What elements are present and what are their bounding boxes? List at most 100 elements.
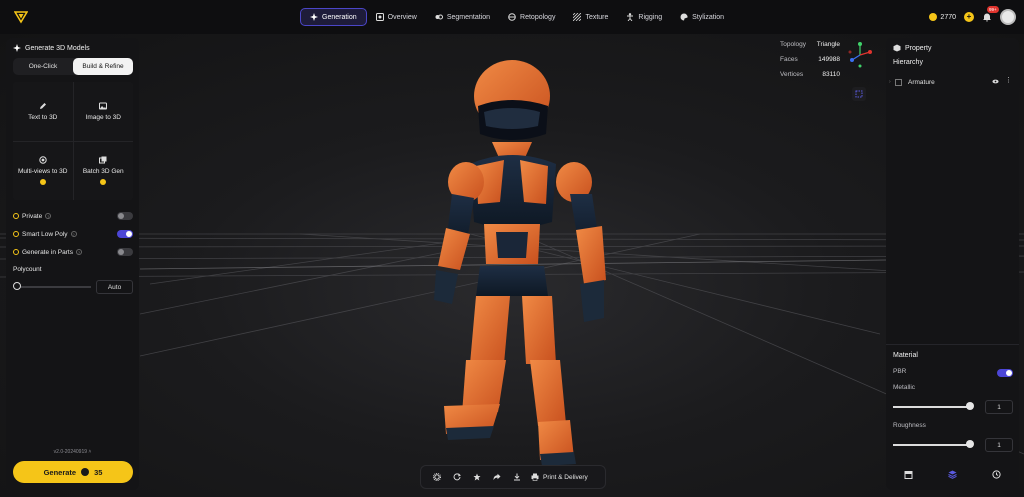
3d-viewport[interactable] [0, 34, 1024, 497]
eye-icon[interactable] [992, 78, 999, 85]
build-refine-tab[interactable]: Build & Refine [73, 58, 133, 75]
stat-value: 83110 [822, 71, 840, 78]
layers-button[interactable] [947, 469, 957, 479]
account-area: 2770 + 99+ [929, 6, 1016, 27]
slider-handle[interactable] [966, 440, 974, 448]
help-icon[interactable]: ? [70, 231, 77, 237]
option-label: Private [22, 212, 43, 220]
overview-icon [375, 13, 384, 21]
tab-stylization[interactable]: Stylization [671, 8, 733, 26]
tab-overview[interactable]: Overview [367, 8, 426, 26]
roughness-value-field[interactable]: 1 [985, 438, 1013, 452]
rotate-icon [453, 473, 461, 481]
roughness-slider[interactable]: 1 [893, 438, 1013, 452]
armature-row[interactable]: › Armature ⋮ [889, 76, 1016, 88]
mode-segmented-control: One-Click Build & Refine [13, 58, 133, 75]
main-nav: Generation Overview Segmentation Retopol… [300, 8, 733, 26]
stat-key: Faces [780, 56, 798, 63]
add-credits-button[interactable]: + [964, 12, 974, 22]
stat-row: Topology Triangle [780, 37, 840, 52]
generate-in-parts-option: Generate in Parts ? [13, 246, 133, 258]
version-label[interactable]: v2.0-20240919 ˄ [6, 449, 139, 455]
tab-label: Rigging [638, 13, 663, 21]
share-icon [493, 473, 501, 480]
generate-label: Generate [43, 467, 77, 477]
mode-label: Multi-views to 3D [18, 168, 68, 176]
print-delivery-button[interactable]: Print & Delivery [531, 473, 588, 481]
text-to-3d-button[interactable]: Text to 3D [13, 82, 73, 141]
download-button[interactable] [507, 467, 527, 487]
archive-button[interactable] [903, 469, 913, 479]
notification-badge: 99+ [987, 6, 999, 13]
batch-3d-gen-button[interactable]: Batch 3D Gen [73, 141, 133, 200]
help-icon[interactable]: ? [75, 249, 82, 255]
slider-handle[interactable] [966, 402, 974, 410]
help-icon[interactable]: ? [45, 213, 52, 219]
rotate-button[interactable] [447, 467, 467, 487]
pbr-toggle[interactable] [997, 369, 1013, 377]
avatar[interactable] [1000, 9, 1016, 25]
tab-segmentation[interactable]: Segmentation [426, 8, 499, 26]
history-button[interactable] [992, 469, 1002, 479]
armature-label: Armature [908, 78, 935, 86]
axis-gizmo-icon[interactable] [846, 40, 874, 70]
tab-generation[interactable]: Generation [300, 8, 367, 26]
stat-key: Vertices [780, 71, 804, 78]
slider-track [17, 286, 91, 288]
metallic-value-field[interactable]: 1 [985, 400, 1013, 414]
sparkle-icon [310, 13, 318, 21]
tab-label: Retopology [520, 13, 556, 21]
private-option: Private ? [13, 210, 133, 222]
pro-feature-icon [13, 249, 19, 255]
favorite-button[interactable] [467, 467, 487, 487]
mesh-stats: Topology Triangle Faces 149988 Vertices … [780, 37, 840, 82]
pro-badge-icon [39, 179, 46, 186]
property-panel: Property Hierarchy › Armature ⋮ Material… [886, 38, 1019, 490]
more-options-icon[interactable]: ⋮ [1005, 77, 1012, 85]
smart-low-poly-option: Smart Low Poly ? [13, 228, 133, 240]
version-text: v2.0-20240919 [53, 449, 88, 455]
tab-label: Segmentation [446, 13, 491, 21]
image-to-3d-button[interactable]: Image to 3D [73, 82, 133, 141]
tab-retopology[interactable]: Retopology [499, 8, 564, 26]
pen-icon [39, 102, 46, 109]
pro-badge-icon [100, 179, 107, 186]
mode-label: Batch 3D Gen [82, 168, 124, 176]
polycount-value-field[interactable]: Auto [96, 280, 133, 294]
multiview-icon [39, 156, 47, 164]
polycount-label: Polycount [13, 266, 42, 273]
generate-in-parts-toggle[interactable] [117, 248, 133, 256]
smart-low-poly-toggle[interactable] [117, 230, 133, 238]
metallic-slider[interactable]: 1 [893, 400, 1013, 414]
credits-count: 2770 [940, 13, 956, 21]
armature-icon [895, 78, 902, 86]
tab-texture[interactable]: Texture [564, 8, 617, 26]
lighting-button[interactable] [427, 467, 447, 487]
share-button[interactable] [487, 467, 507, 487]
stat-value: Triangle [816, 41, 840, 48]
stat-key: Topology [780, 41, 807, 48]
top-bar: Generation Overview Segmentation Retopol… [0, 0, 1024, 34]
view-mode-button[interactable] [852, 87, 866, 101]
slider-handle[interactable] [13, 282, 21, 290]
multi-views-to-3d-button[interactable]: Multi-views to 3D [13, 141, 73, 200]
tab-rigging[interactable]: Rigging [617, 8, 671, 26]
pbr-label: PBR [893, 368, 907, 375]
generate-button[interactable]: Generate 35 [13, 461, 133, 483]
texture-icon [573, 13, 582, 21]
layers-icon [948, 470, 957, 479]
one-click-tab[interactable]: One-Click [13, 58, 73, 75]
polycount-slider[interactable]: Auto [13, 280, 133, 294]
grid-view-icon [855, 90, 863, 98]
notifications-button[interactable]: 99+ [982, 6, 999, 22]
private-toggle[interactable] [117, 212, 133, 220]
viewport-toolbar: Print & Delivery [420, 465, 606, 489]
credits-display[interactable]: 2770 [929, 13, 956, 21]
retopology-icon [508, 13, 516, 21]
brand-logo-icon[interactable] [14, 10, 28, 24]
stat-row: Vertices 83110 [780, 67, 840, 82]
robot-model[interactable] [0, 34, 1024, 497]
image-icon [99, 102, 108, 110]
pro-feature-icon [13, 213, 19, 219]
generate-panel: Generate 3D Models One-Click Build & Ref… [6, 38, 139, 490]
